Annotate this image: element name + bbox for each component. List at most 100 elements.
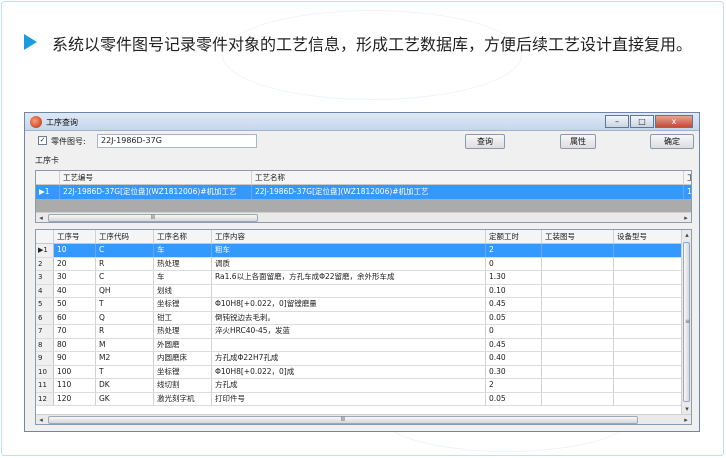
table-row[interactable]: 6 60 Q 钳工 倒钝锐边去毛刺。 0.05: [36, 311, 682, 325]
op-hours-cell[interactable]: 0.05: [486, 392, 542, 405]
op-code-cell[interactable]: C: [96, 244, 154, 257]
process-code-cell[interactable]: 22J-1986D-37G[定位盘](WZ1812006)#机加工艺: [60, 185, 252, 199]
scroll-right-icon[interactable]: ▸: [681, 415, 691, 424]
horizontal-scrollbar[interactable]: ◂ Ⅲ ▸: [36, 212, 691, 222]
table-row[interactable]: 4 40 QH 划线 0.10: [36, 284, 682, 298]
op-number-cell[interactable]: 60: [54, 311, 96, 324]
column-header[interactable]: 设备型号: [614, 230, 682, 243]
op-number-cell[interactable]: 30: [54, 271, 96, 284]
op-content-cell[interactable]: 调质: [212, 257, 486, 270]
part-number-checkbox[interactable]: ✓: [38, 136, 47, 145]
op-hours-cell[interactable]: 0.10: [486, 284, 542, 297]
op-number-cell[interactable]: 80: [54, 338, 96, 351]
op-code-cell[interactable]: R: [96, 257, 154, 270]
op-code-cell[interactable]: GK: [96, 392, 154, 405]
equipment-cell[interactable]: [614, 298, 682, 311]
tooling-cell[interactable]: [542, 352, 614, 365]
process-extra-cell[interactable]: 12: [684, 185, 691, 199]
close-button[interactable]: x: [655, 115, 693, 128]
op-code-cell[interactable]: M: [96, 338, 154, 351]
op-content-cell[interactable]: Φ10H8[+0.022，0]留镗磨量: [212, 298, 486, 311]
equipment-cell[interactable]: [614, 311, 682, 324]
op-content-cell[interactable]: Φ10H8[+0.022，0]成: [212, 365, 486, 378]
tooling-cell[interactable]: [542, 338, 614, 351]
scroll-left-icon[interactable]: ◂: [36, 415, 46, 424]
table-row[interactable]: ▶1 22J-1986D-37G[定位盘](WZ1812006)#机加工艺 22…: [36, 185, 691, 199]
equipment-cell[interactable]: [614, 244, 682, 257]
op-content-cell[interactable]: 粗车: [212, 244, 486, 257]
equipment-cell[interactable]: [614, 392, 682, 405]
part-number-input[interactable]: 22J-1986D-37G: [97, 134, 257, 148]
op-name-cell[interactable]: 热处理: [154, 257, 212, 270]
tooling-cell[interactable]: [542, 298, 614, 311]
process-name-cell[interactable]: 22J-1986D-37G[定位盘](WZ1812006)#机加工艺: [252, 185, 684, 199]
op-hours-cell[interactable]: 2: [486, 244, 542, 257]
table-row[interactable]: 12 120 GK 激光刻字机 打印件号 0.05: [36, 392, 682, 406]
column-header[interactable]: 工艺编号: [60, 171, 252, 184]
table-row[interactable]: 3 30 C 车 Ra1.6以上各面留磨，方孔车成Φ22留磨，余外形车成 1.30: [36, 271, 682, 285]
equipment-cell[interactable]: [614, 379, 682, 392]
op-hours-cell[interactable]: 2: [486, 379, 542, 392]
op-code-cell[interactable]: M2: [96, 352, 154, 365]
op-number-cell[interactable]: 40: [54, 284, 96, 297]
tooling-cell[interactable]: [542, 271, 614, 284]
column-header[interactable]: 工序代码: [96, 230, 154, 243]
scroll-left-icon[interactable]: ◂: [36, 213, 46, 222]
maximize-button[interactable]: □: [630, 115, 654, 128]
vertical-scrollbar[interactable]: ▴ ≡ ▾: [681, 230, 691, 415]
column-header[interactable]: 工装图号: [542, 230, 614, 243]
op-name-cell[interactable]: 激光刻字机: [154, 392, 212, 405]
equipment-cell[interactable]: [614, 271, 682, 284]
op-hours-cell[interactable]: 1.30: [486, 271, 542, 284]
op-name-cell[interactable]: 钳工: [154, 311, 212, 324]
op-name-cell[interactable]: 划线: [154, 284, 212, 297]
equipment-cell[interactable]: [614, 257, 682, 270]
op-content-cell[interactable]: 倒钝锐边去毛刺。: [212, 311, 486, 324]
op-name-cell[interactable]: 坐标镗: [154, 365, 212, 378]
table-row[interactable]: 10 100 T 坐标镗 Φ10H8[+0.022，0]成 0.30: [36, 365, 682, 379]
table-row[interactable]: 11 110 DK 线切割 方孔成 2: [36, 379, 682, 393]
op-name-cell[interactable]: 内圆磨床: [154, 352, 212, 365]
equipment-cell[interactable]: [614, 352, 682, 365]
op-content-cell[interactable]: 方孔成Φ22H7孔成: [212, 352, 486, 365]
op-number-cell[interactable]: 50: [54, 298, 96, 311]
tooling-cell[interactable]: [542, 325, 614, 338]
tooling-cell[interactable]: [542, 257, 614, 270]
op-hours-cell[interactable]: 0.05: [486, 311, 542, 324]
scroll-up-icon[interactable]: ▴: [682, 230, 691, 240]
op-hours-cell[interactable]: 0.30: [486, 365, 542, 378]
equipment-cell[interactable]: [614, 284, 682, 297]
op-hours-cell[interactable]: 0: [486, 257, 542, 270]
equipment-cell[interactable]: [614, 338, 682, 351]
op-code-cell[interactable]: T: [96, 365, 154, 378]
op-name-cell[interactable]: 热处理: [154, 325, 212, 338]
op-content-cell[interactable]: [212, 284, 486, 297]
tooling-cell[interactable]: [542, 392, 614, 405]
tooling-cell[interactable]: [542, 379, 614, 392]
op-content-cell[interactable]: 淬火HRC40-45，发蓝: [212, 325, 486, 338]
op-number-cell[interactable]: 110: [54, 379, 96, 392]
scroll-thumb[interactable]: Ⅲ: [48, 214, 258, 222]
op-content-cell[interactable]: [212, 338, 486, 351]
ok-button[interactable]: 确定: [650, 134, 694, 149]
column-header[interactable]: 工序内容: [212, 230, 486, 243]
table-row[interactable]: 2 20 R 热处理 调质 0: [36, 257, 682, 271]
op-number-cell[interactable]: 120: [54, 392, 96, 405]
op-hours-cell[interactable]: 0.45: [486, 338, 542, 351]
tooling-cell[interactable]: [542, 284, 614, 297]
op-hours-cell[interactable]: 0: [486, 325, 542, 338]
op-number-cell[interactable]: 20: [54, 257, 96, 270]
op-name-cell[interactable]: 线切割: [154, 379, 212, 392]
table-row[interactable]: ▶1 10 C 车粗车 2: [36, 244, 682, 258]
op-hours-cell[interactable]: 0.40: [486, 352, 542, 365]
attributes-button[interactable]: 属性: [560, 134, 596, 149]
op-code-cell[interactable]: Q: [96, 311, 154, 324]
scroll-thumb[interactable]: Ⅲ: [48, 416, 638, 424]
op-number-cell[interactable]: 70: [54, 325, 96, 338]
op-code-cell[interactable]: QH: [96, 284, 154, 297]
minimize-button[interactable]: –: [605, 115, 629, 128]
op-name-cell[interactable]: 车: [154, 271, 212, 284]
op-code-cell[interactable]: C: [96, 271, 154, 284]
op-name-cell[interactable]: 外圆磨: [154, 338, 212, 351]
column-header[interactable]: 定额工时: [486, 230, 542, 243]
